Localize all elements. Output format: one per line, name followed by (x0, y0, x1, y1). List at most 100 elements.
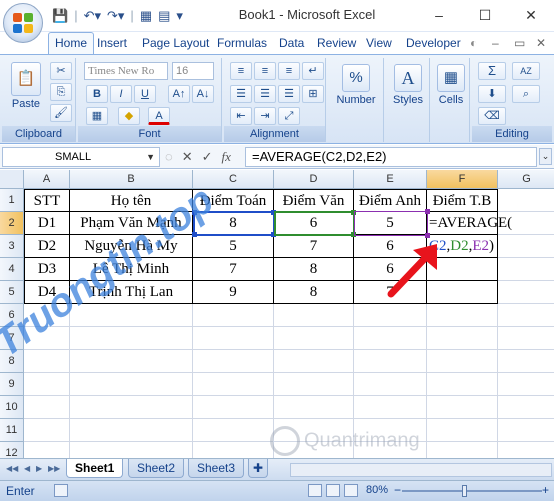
row-header-8[interactable]: 8 (0, 350, 24, 373)
enter-button[interactable]: ✓ (202, 149, 213, 165)
align-top-icon[interactable]: ≡ (230, 62, 252, 80)
empty-cell[interactable] (498, 327, 554, 350)
cell-b2[interactable]: Phạm Văn Mạnh (70, 212, 193, 235)
empty-cell[interactable] (427, 327, 498, 350)
underline-button[interactable]: U (134, 85, 156, 103)
zoom-in-icon[interactable]: + (542, 483, 549, 497)
sheet-tab-2[interactable]: Sheet2 (128, 459, 185, 478)
empty-cell[interactable] (193, 419, 274, 442)
empty-cell[interactable] (24, 442, 70, 458)
cut-icon[interactable]: ✂ (50, 62, 72, 80)
empty-cell[interactable] (70, 442, 193, 458)
empty-cell[interactable] (70, 373, 193, 396)
empty-cell[interactable] (193, 373, 274, 396)
font-name-box[interactable]: Times New Ro (84, 62, 168, 80)
empty-cell[interactable] (427, 419, 498, 442)
empty-cell[interactable] (274, 327, 354, 350)
office-button[interactable] (3, 3, 43, 43)
cell-f1[interactable]: Điểm T.B (427, 189, 498, 212)
zoom-out-icon[interactable]: − (394, 483, 401, 497)
empty-cell[interactable] (498, 373, 554, 396)
cell-b5[interactable]: Trịnh Thị Lan (70, 281, 193, 304)
empty-cell[interactable] (274, 304, 354, 327)
ribbon-minimize-icon[interactable]: – (492, 36, 499, 50)
cell-e2[interactable]: 5 (354, 212, 427, 235)
font-size-box[interactable]: 16 (172, 62, 214, 80)
grow-font-icon[interactable]: A↑ (168, 85, 190, 103)
cell-a5[interactable]: D4 (24, 281, 70, 304)
align-right-icon[interactable]: ☰ (278, 85, 300, 103)
zoom-slider-track[interactable] (402, 490, 542, 492)
empty-cell[interactable] (354, 373, 427, 396)
empty-cell[interactable] (70, 419, 193, 442)
format-painter-icon[interactable]: 🖌 (50, 104, 72, 122)
cell-c5[interactable]: 9 (193, 281, 274, 304)
cell-a3[interactable]: D2 (24, 235, 70, 258)
empty-cell[interactable] (274, 396, 354, 419)
font-color-button[interactable]: A (148, 107, 170, 125)
last-sheet-icon[interactable]: ▶▶ (48, 464, 60, 473)
column-header-b[interactable]: B (70, 170, 193, 189)
cell-d5[interactable]: 8 (274, 281, 354, 304)
first-sheet-icon[interactable]: ◀◀ (6, 464, 18, 473)
minimize-button[interactable]: – (416, 0, 462, 30)
ribbon-restore-icon[interactable]: ▭ (514, 36, 525, 50)
empty-cell[interactable] (24, 327, 70, 350)
cell-b4[interactable]: Lê Thị Minh (70, 258, 193, 281)
tab-home[interactable]: Home (48, 32, 95, 55)
empty-cell[interactable] (427, 350, 498, 373)
fill-icon[interactable]: ⬇ (478, 85, 506, 103)
empty-cell[interactable] (354, 442, 427, 458)
shrink-font-icon[interactable]: A↓ (192, 85, 214, 103)
empty-cell[interactable] (193, 396, 274, 419)
number-button[interactable]: % Number (334, 64, 378, 106)
empty-cell[interactable] (193, 350, 274, 373)
empty-cell[interactable] (498, 189, 554, 212)
empty-cell[interactable] (24, 304, 70, 327)
copy-icon[interactable]: ⎘ (50, 83, 72, 101)
tab-developer[interactable]: Developer (406, 36, 461, 50)
empty-cell[interactable] (354, 327, 427, 350)
empty-cell[interactable] (24, 419, 70, 442)
tab-view[interactable]: View (366, 36, 392, 50)
merge-cells-icon[interactable]: ⊞ (302, 85, 324, 103)
empty-cell[interactable] (498, 396, 554, 419)
align-bottom-icon[interactable]: ≡ (278, 62, 300, 80)
row-header-11[interactable]: 11 (0, 419, 24, 442)
horizontal-scrollbar[interactable] (290, 463, 552, 477)
tab-formulas[interactable]: Formulas (217, 36, 267, 50)
empty-cell[interactable] (427, 373, 498, 396)
empty-cell[interactable] (498, 442, 554, 458)
ribbon-help-icon[interactable]: ◐ (470, 36, 477, 50)
cell-c2[interactable]: 8 (193, 212, 274, 235)
tab-data[interactable]: Data (279, 36, 304, 50)
row-header-7[interactable]: 7 (0, 327, 24, 350)
next-sheet-icon[interactable]: ▶ (36, 464, 42, 473)
cell-c3[interactable]: 5 (193, 235, 274, 258)
empty-cell[interactable] (354, 304, 427, 327)
empty-cell[interactable] (274, 373, 354, 396)
zoom-level[interactable]: 80% (366, 484, 388, 496)
find-select-icon[interactable]: ⌕ (512, 85, 540, 103)
cell-c1[interactable]: Điểm Toán (193, 189, 274, 212)
tab-page-layout[interactable]: Page Layout (142, 36, 209, 50)
cell-f2-editing[interactable]: =AVERAGE( (427, 212, 512, 235)
empty-cell[interactable] (70, 350, 193, 373)
fill-color-icon[interactable]: ◆ (118, 107, 140, 125)
cell-b3[interactable]: Nguyễn Hà My (70, 235, 193, 258)
column-header-e[interactable]: E (354, 170, 427, 189)
cell-c4[interactable]: 7 (193, 258, 274, 281)
row-header-5[interactable]: 5 (0, 281, 24, 304)
empty-cell[interactable] (24, 396, 70, 419)
insert-function-button[interactable]: fx (222, 149, 231, 165)
empty-cell[interactable] (354, 419, 427, 442)
styles-button[interactable]: A Styles (388, 64, 428, 106)
clear-icon[interactable]: ⌫ (478, 107, 506, 125)
cell-d3[interactable]: 7 (274, 235, 354, 258)
cell-a1[interactable]: STT (24, 189, 70, 212)
ribbon-close-icon[interactable]: ✕ (536, 36, 546, 50)
tab-insert[interactable]: Insert (97, 36, 127, 50)
normal-view-icon[interactable] (308, 484, 322, 497)
borders-icon[interactable]: ▦ (86, 107, 108, 125)
zoom-slider-thumb[interactable] (462, 485, 467, 497)
